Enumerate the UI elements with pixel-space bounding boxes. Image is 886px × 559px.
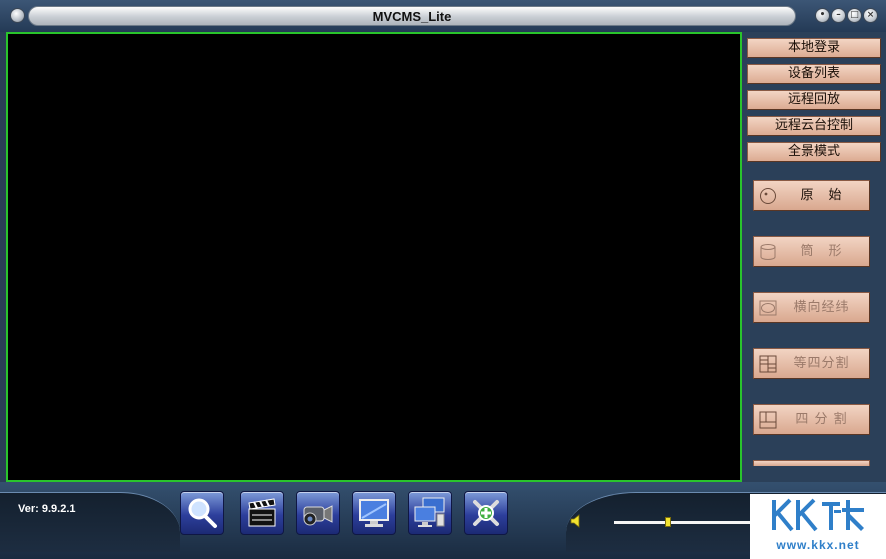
local-login-button[interactable]: 本地登录 xyxy=(747,38,881,58)
system-menu-icon[interactable] xyxy=(10,8,25,23)
quad-grid-icon xyxy=(759,355,777,373)
volume-slider-thumb[interactable] xyxy=(665,517,672,527)
mode-more-button[interactable] xyxy=(753,460,870,466)
circle-icon xyxy=(760,188,776,204)
minimize-icon[interactable]: – xyxy=(831,8,846,23)
side-panel: 本地登录 设备列表 远程回放 远程云台控制 全景模式 原 始 筒 形 横向经纬 xyxy=(742,32,886,492)
mode-label: 四 分 割 xyxy=(795,412,848,427)
mode-label: 筒 形 xyxy=(800,244,843,259)
split-grid-icon xyxy=(759,411,777,429)
multi-screen-button[interactable] xyxy=(408,491,452,535)
mode-original-button[interactable]: 原 始 xyxy=(753,180,870,211)
mode-label: 等四分割 xyxy=(793,356,850,371)
close-icon[interactable]: × xyxy=(863,8,878,23)
search-button[interactable] xyxy=(180,491,224,535)
device-list-button[interactable]: 设备列表 xyxy=(747,64,881,84)
mode-quad-split-button[interactable]: 四 分 割 xyxy=(753,404,870,435)
mode-label: 原 始 xyxy=(800,188,843,203)
maximize-icon[interactable]: □ xyxy=(847,8,862,23)
volume-icon[interactable] xyxy=(570,514,582,528)
mode-label: 横向经纬 xyxy=(793,300,850,315)
title-bar[interactable]: MVCMS_Lite • – □ × xyxy=(0,0,886,32)
ellipse-icon xyxy=(759,300,777,316)
recording-button[interactable] xyxy=(240,491,284,535)
cylinder-icon xyxy=(760,244,776,260)
monitor-icon xyxy=(359,499,389,527)
tools-icon xyxy=(473,500,499,526)
volume-slider-track[interactable] xyxy=(614,521,750,524)
kk-download-logo xyxy=(772,498,864,532)
clapperboard-icon xyxy=(248,498,276,527)
minimize-to-tray-icon[interactable]: • xyxy=(815,8,830,23)
version-label: Ver: 9.9.2.1 xyxy=(18,503,76,515)
mode-cylinder-button[interactable]: 筒 形 xyxy=(753,236,870,267)
settings-button[interactable] xyxy=(464,491,508,535)
watermark: www.kkx.net xyxy=(750,494,886,559)
remote-ptz-button[interactable]: 远程云台控制 xyxy=(747,116,881,136)
multi-monitor-icon xyxy=(414,497,445,527)
panorama-mode-button[interactable]: 全景模式 xyxy=(747,142,881,162)
window-title: MVCMS_Lite xyxy=(28,6,796,26)
camera-button[interactable] xyxy=(296,491,340,535)
video-display[interactable] xyxy=(6,32,742,482)
mode-equal-quad-button[interactable]: 等四分割 xyxy=(753,348,870,379)
display-button[interactable] xyxy=(352,491,396,535)
video-camera-icon xyxy=(303,505,333,526)
remote-playback-button[interactable]: 远程回放 xyxy=(747,90,881,110)
magnifier-icon xyxy=(188,498,217,528)
bottom-left-panel xyxy=(0,492,180,552)
mode-latlong-button[interactable]: 横向经纬 xyxy=(753,292,870,323)
watermark-url: www.kkx.net xyxy=(776,538,860,552)
